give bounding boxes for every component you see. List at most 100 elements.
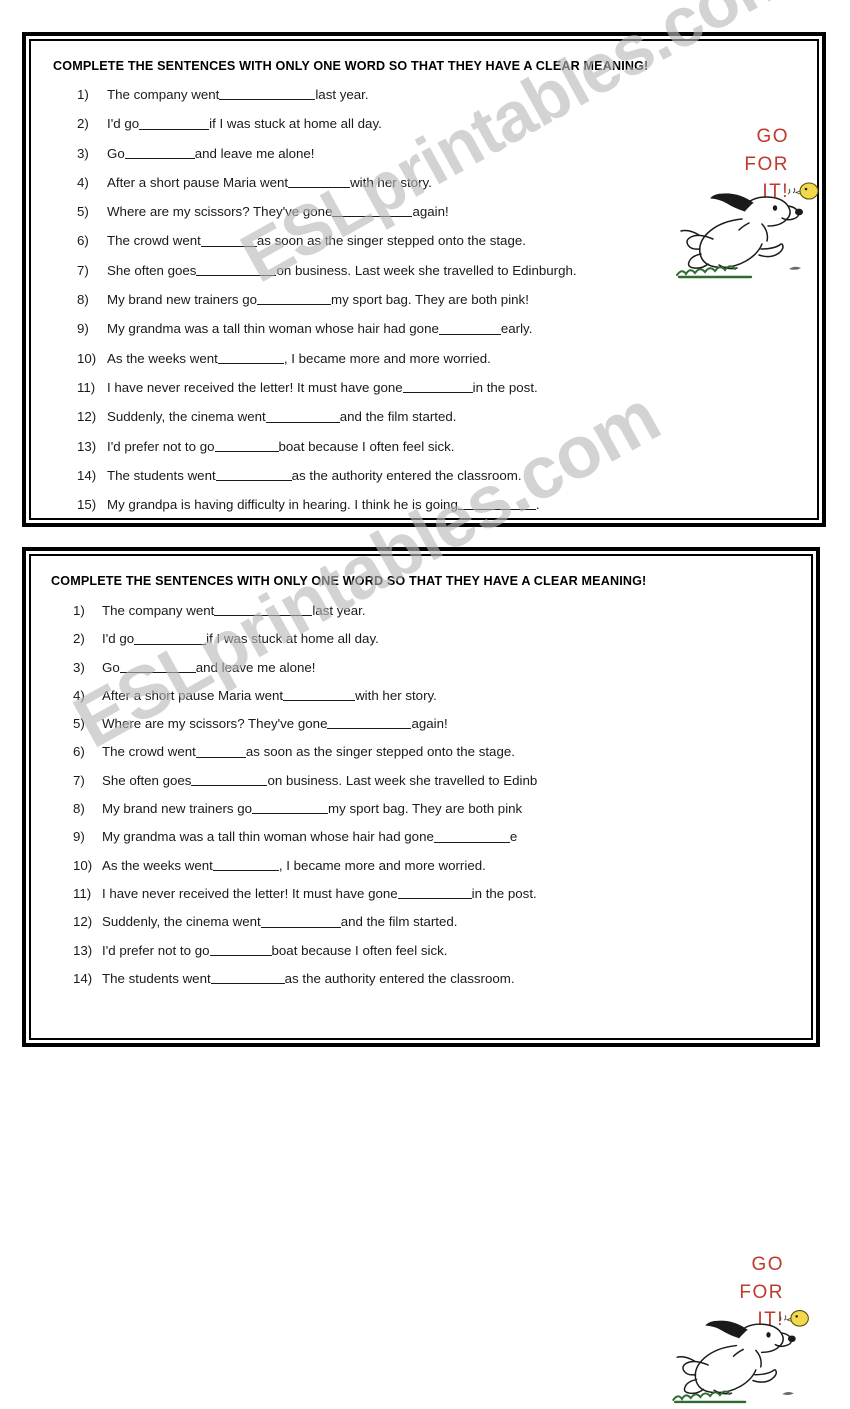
question-text-after-blank: boat because I often feel sick. [271,942,448,958]
worksheet-panel-2: COMPLETE THE SENTENCES WITH ONLY ONE WOR… [22,547,820,1404]
question-text-before-blank: The company went [102,603,215,618]
answer-blank[interactable] [457,496,536,511]
answer-blank[interactable] [327,715,412,730]
question-text-before-blank: The crowd went [107,233,201,249]
answer-blank[interactable] [283,687,356,702]
question-row: 7) She often goes on business. Last week … [77,262,777,293]
question-row: 10) As the weeks went , I became more and… [77,350,777,381]
question-row: 2) I'd go if I was stuck at home all day… [77,117,777,146]
question-text-after-blank: last year. [312,603,366,618]
question-text-before-blank: The company went [107,87,220,102]
panel-title: COMPLETE THE SENTENCES WITH ONLY ONE WOR… [51,574,647,588]
answer-blank[interactable] [217,350,284,364]
question-number: 10) [77,350,97,366]
question-row: 8) My brand new trainers go my sport bag.… [73,802,773,830]
question-number: 12) [73,914,93,930]
question-row: 5) Where are my scissors? They've gone ag… [77,205,777,234]
question-text-after-blank: my sport bag. They are both pink [328,801,523,817]
answer-blank[interactable] [433,828,510,843]
answer-blank[interactable] [215,467,292,482]
question-text-after-blank: early. [500,321,533,337]
answer-blank[interactable] [402,379,473,394]
question-number: 9) [77,321,89,337]
question-row: 8) My brand new trainers go my sport bag.… [77,293,777,322]
answer-blank[interactable] [257,291,332,306]
worksheet-panel-1: COMPLETE THE SENTENCES WITH ONLY ONE WOR… [22,32,826,527]
question-number: 7) [73,772,85,788]
answer-blank[interactable] [124,145,195,159]
answer-blank[interactable] [265,408,340,423]
question-row: 2) I'd go if I was stuck at home all day… [73,632,773,660]
question-number: 4) [73,687,85,703]
question-list: 1) The company went last year. 2) I'd go i… [73,604,773,1000]
answer-blank[interactable] [212,857,279,871]
question-number: 10) [73,857,93,873]
question-text-after-blank: boat because I often feel sick. [278,438,455,454]
question-text-after-blank: and leave me alone! [195,659,316,675]
answer-blank[interactable] [219,86,316,101]
question-text-before-blank: I'd prefer not to go [107,438,215,454]
question-text-after-blank: with her story. [355,687,437,703]
question-list: 1) The company went last year. 2) I'd go i… [77,88,777,527]
question-row: 12) Suddenly, the cinema went and the fil… [73,915,773,943]
answer-blank[interactable] [196,262,277,277]
question-number: 3) [77,145,89,161]
question-row: 3) Go and leave me alone! [73,659,773,689]
question-row: 7) She often goes on business. Last week … [73,772,773,802]
answer-blank[interactable] [195,743,246,758]
answer-blank[interactable] [200,232,257,247]
question-text-after-blank: on business. Last week she travelled to … [276,262,577,278]
answer-blank[interactable] [209,942,272,956]
answer-blank[interactable] [214,438,279,452]
answer-blank[interactable] [214,602,313,617]
question-text-before-blank: My grandpa is having difficulty in heari… [107,497,458,513]
question-row: 14) The students went as the authority en… [77,469,777,498]
question-text-after-blank: last year. [315,87,369,102]
question-number: 14) [73,970,93,986]
question-text-before-blank: As the weeks went [107,350,218,366]
question-text-after-blank: as the authority entered the classroom. [284,970,515,986]
answer-blank[interactable] [438,320,501,335]
answer-blank[interactable] [139,115,210,130]
panel-title: COMPLETE THE SENTENCES WITH ONLY ONE WOR… [53,59,649,73]
grass-icon [672,1390,747,1404]
question-row: 1) The company went last year. [77,88,777,117]
question-number: 5) [73,716,85,732]
question-text-after-blank: again! [411,716,448,732]
question-text-after-blank: as soon as the singer stepped onto the s… [256,233,526,249]
question-row: 1) The company went last year. [73,604,773,632]
question-row: 9) My grandma was a tall thin woman whose… [77,322,777,351]
question-row: 9) My grandma was a tall thin woman whose… [73,830,773,858]
answer-blank[interactable] [260,913,341,928]
question-text-before-blank: My brand new trainers go [102,801,253,817]
snoopy-drawing [672,1310,809,1404]
question-number: 3) [73,659,85,675]
question-text-after-blank: on business. Last week she travelled to … [267,772,538,788]
question-text-after-blank: , I became more and more worried. [283,350,491,366]
panel-frame-inner: COMPLETE THE SENTENCES WITH ONLY ONE WOR… [29,39,819,520]
answer-blank[interactable] [134,630,207,645]
question-number: 4) [77,174,89,190]
question-row: 13) I'd prefer not to go boat because I o… [77,438,777,469]
answer-blank[interactable] [332,203,413,218]
answer-blank[interactable] [397,885,472,900]
question-text-after-blank: if I was stuck at home all day. [209,116,382,132]
panel-frame-inner: COMPLETE THE SENTENCES WITH ONLY ONE WOR… [29,554,813,1404]
question-number: 1) [77,87,89,102]
woodstock-bird-icon [787,182,819,200]
question-text-after-blank: , I became more and more worried. [278,857,486,873]
question-number: 6) [77,233,89,249]
question-text-before-blank: Go [107,145,125,161]
question-text-before-blank: I'd go [102,631,135,647]
question-text-after-blank: with her story. [350,174,432,190]
question-row: 6) The crowd went as soon as the singer s… [73,745,773,773]
question-text-before-blank: She often goes [107,262,197,278]
answer-blank[interactable] [210,970,285,985]
question-text-before-blank: She often goes [102,772,192,788]
answer-blank[interactable] [288,174,351,189]
question-number: 1) [73,603,85,618]
answer-blank[interactable] [191,772,268,787]
question-row: 13) I'd prefer not to go boat because I o… [73,942,773,972]
answer-blank[interactable] [119,659,196,673]
answer-blank[interactable] [252,800,329,815]
